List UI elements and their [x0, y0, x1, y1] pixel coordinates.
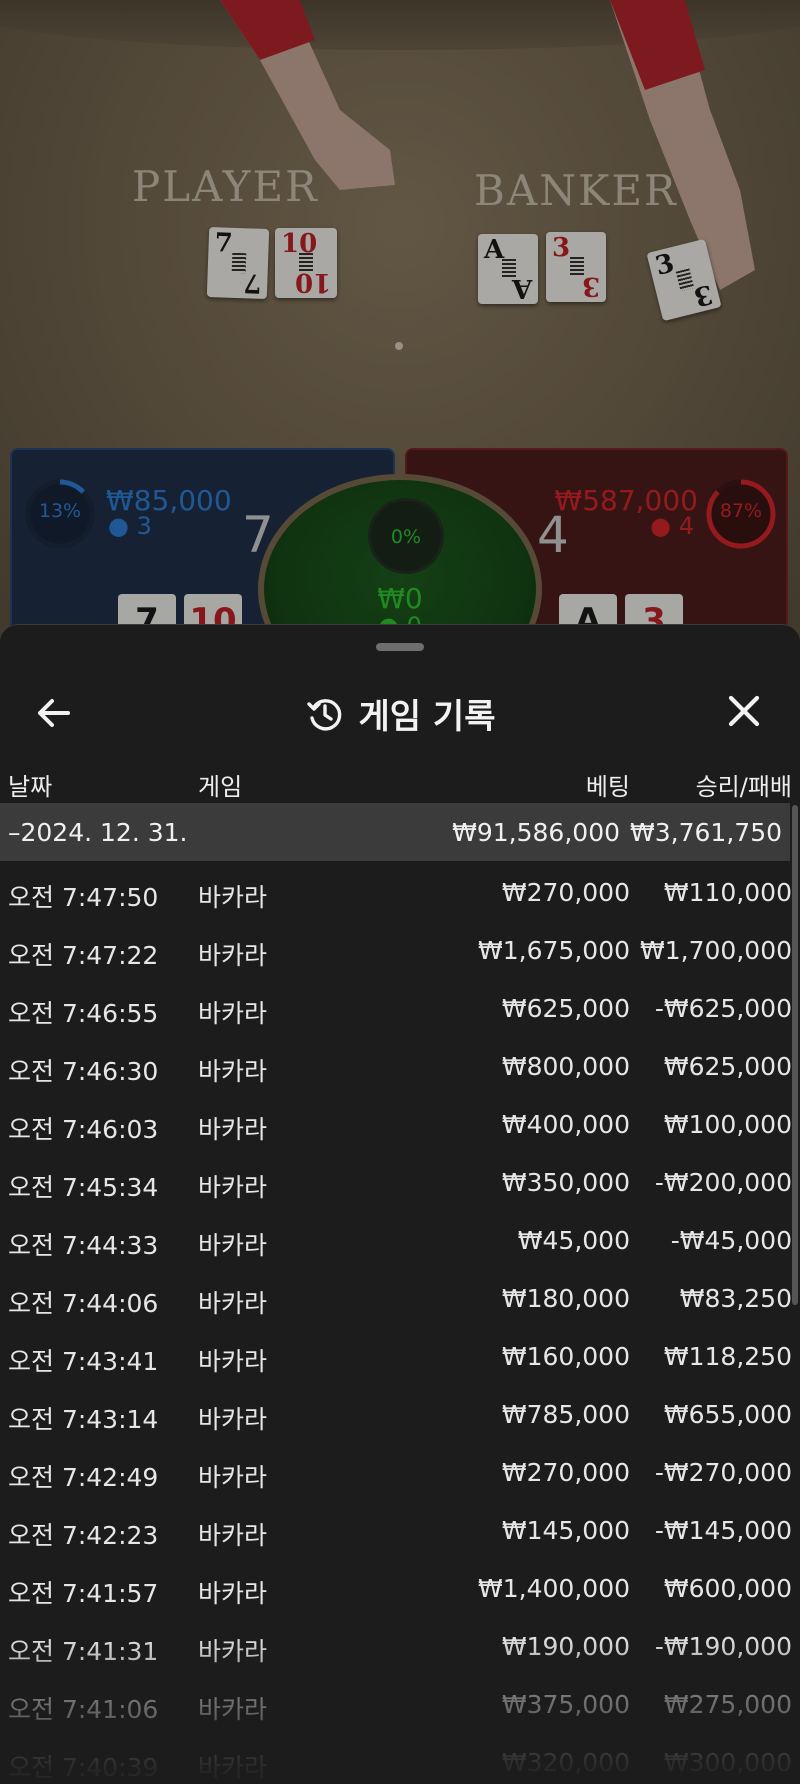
row-win-loss: ₩110,000: [663, 878, 792, 907]
row-time: 오전 7:45:34: [8, 1173, 159, 1202]
column-header-bet[interactable]: 베팅: [586, 767, 630, 802]
row-bet: ₩45,000: [517, 1226, 630, 1255]
sheet-title-area: 게임 기록: [0, 689, 800, 737]
table-row[interactable]: 오전 7:45:34 바카라 ₩350,000 -₩200,000: [0, 1151, 800, 1209]
row-win-loss: -₩625,000: [654, 994, 792, 1023]
row-win-loss: ₩100,000: [663, 1110, 792, 1139]
row-time: 오전 7:43:41: [8, 1347, 159, 1376]
row-win-loss: ₩600,000: [663, 1574, 792, 1603]
column-header-row: 날짜 게임 베팅 승리/패배: [0, 751, 800, 805]
row-game: 바카라: [198, 1173, 268, 1202]
row-game: 바카라: [198, 1057, 268, 1086]
game-history-sheet: 게임 기록 날짜 게임 베팅 승리/패배 –2024. 12. 31. ₩91,…: [0, 624, 800, 1784]
column-header-date[interactable]: 날짜: [8, 767, 52, 802]
table-row[interactable]: 오전 7:46:03 바카라 ₩400,000 ₩100,000: [0, 1093, 800, 1151]
drag-handle[interactable]: [376, 643, 424, 651]
row-bet: ₩350,000: [501, 1168, 630, 1197]
row-bet: ₩1,675,000: [478, 936, 630, 965]
row-bet: ₩270,000: [501, 1458, 630, 1487]
table-row[interactable]: 오전 7:42:23 바카라 ₩145,000 -₩145,000: [0, 1499, 800, 1557]
row-win-loss: ₩655,000: [663, 1400, 792, 1429]
column-header-game[interactable]: 게임: [198, 767, 242, 802]
row-game: 바카라: [198, 1115, 268, 1144]
row-time: 오전 7:41:57: [8, 1579, 159, 1608]
row-game: 바카라: [198, 1231, 268, 1260]
row-game: 바카라: [198, 1289, 268, 1318]
row-win-loss: -₩145,000: [654, 1516, 792, 1545]
row-time: 오전 7:47:50: [8, 883, 159, 912]
group-date: –2024. 12. 31.: [8, 818, 188, 847]
row-bet: ₩400,000: [501, 1110, 630, 1139]
row-time: 오전 7:43:14: [8, 1405, 159, 1434]
list-fade: [0, 1635, 800, 1784]
dim-overlay[interactable]: [0, 0, 800, 640]
sheet-title: 게임 기록: [358, 697, 496, 737]
table-row[interactable]: 오전 7:46:30 바카라 ₩800,000 ₩625,000: [0, 1035, 800, 1093]
live-table-view: PLAYER BANKER 7 7 10 10 A A 3 3 3 3 13% …: [0, 0, 800, 640]
row-win-loss: ₩1,700,000: [640, 936, 792, 965]
close-button[interactable]: [718, 685, 770, 737]
table-row[interactable]: 오전 7:43:41 바카라 ₩160,000 ₩118,250: [0, 1325, 800, 1383]
row-bet: ₩160,000: [501, 1342, 630, 1371]
row-bet: ₩270,000: [501, 878, 630, 907]
row-win-loss: ₩625,000: [663, 1052, 792, 1081]
row-win-loss: -₩200,000: [654, 1168, 792, 1197]
table-row[interactable]: 오전 7:42:49 바카라 ₩270,000 -₩270,000: [0, 1441, 800, 1499]
scrollbar[interactable]: [792, 805, 798, 1305]
row-time: 오전 7:46:30: [8, 1057, 159, 1086]
row-bet: ₩785,000: [501, 1400, 630, 1429]
group-win-loss-total: ₩3,761,750: [630, 818, 782, 847]
row-bet: ₩800,000: [501, 1052, 630, 1081]
group-bet-total: ₩91,586,000: [452, 818, 620, 847]
row-time: 오전 7:44:06: [8, 1289, 159, 1318]
row-game: 바카라: [198, 1579, 268, 1608]
table-row[interactable]: 오전 7:41:57 바카라 ₩1,400,000 ₩600,000: [0, 1557, 800, 1615]
row-time: 오전 7:46:03: [8, 1115, 159, 1144]
row-bet: ₩625,000: [501, 994, 630, 1023]
table-row[interactable]: 오전 7:46:55 바카라 ₩625,000 -₩625,000: [0, 977, 800, 1035]
row-game: 바카라: [198, 1347, 268, 1376]
row-game: 바카라: [198, 1521, 268, 1550]
row-win-loss: ₩83,250: [679, 1284, 792, 1313]
close-icon: [728, 695, 760, 727]
row-bet: ₩180,000: [501, 1284, 630, 1313]
row-bet: ₩145,000: [501, 1516, 630, 1545]
table-row[interactable]: 오전 7:47:22 바카라 ₩1,675,000 ₩1,700,000: [0, 919, 800, 977]
row-game: 바카라: [198, 1405, 268, 1434]
row-win-loss: ₩118,250: [663, 1342, 792, 1371]
row-time: 오전 7:46:55: [8, 999, 159, 1028]
table-row[interactable]: 오전 7:44:33 바카라 ₩45,000 -₩45,000: [0, 1209, 800, 1267]
row-time: 오전 7:42:23: [8, 1521, 159, 1550]
sheet-header: 게임 기록: [0, 665, 800, 761]
row-time: 오전 7:47:22: [8, 941, 159, 970]
row-bet: ₩1,400,000: [478, 1574, 630, 1603]
row-win-loss: -₩45,000: [670, 1226, 792, 1255]
table-row[interactable]: 오전 7:47:50 바카라 ₩270,000 ₩110,000: [0, 861, 800, 919]
row-game: 바카라: [198, 941, 268, 970]
row-win-loss: -₩270,000: [654, 1458, 792, 1487]
row-game: 바카라: [198, 999, 268, 1028]
row-game: 바카라: [198, 883, 268, 912]
table-row[interactable]: 오전 7:44:06 바카라 ₩180,000 ₩83,250: [0, 1267, 800, 1325]
table-row[interactable]: 오전 7:43:14 바카라 ₩785,000 ₩655,000: [0, 1383, 800, 1441]
row-game: 바카라: [198, 1463, 268, 1492]
date-group-row[interactable]: –2024. 12. 31. ₩91,586,000 ₩3,761,750: [0, 803, 790, 861]
row-time: 오전 7:42:49: [8, 1463, 159, 1492]
column-header-win-loss[interactable]: 승리/패배: [696, 767, 792, 802]
row-time: 오전 7:44:33: [8, 1231, 159, 1260]
history-icon: [306, 698, 341, 730]
